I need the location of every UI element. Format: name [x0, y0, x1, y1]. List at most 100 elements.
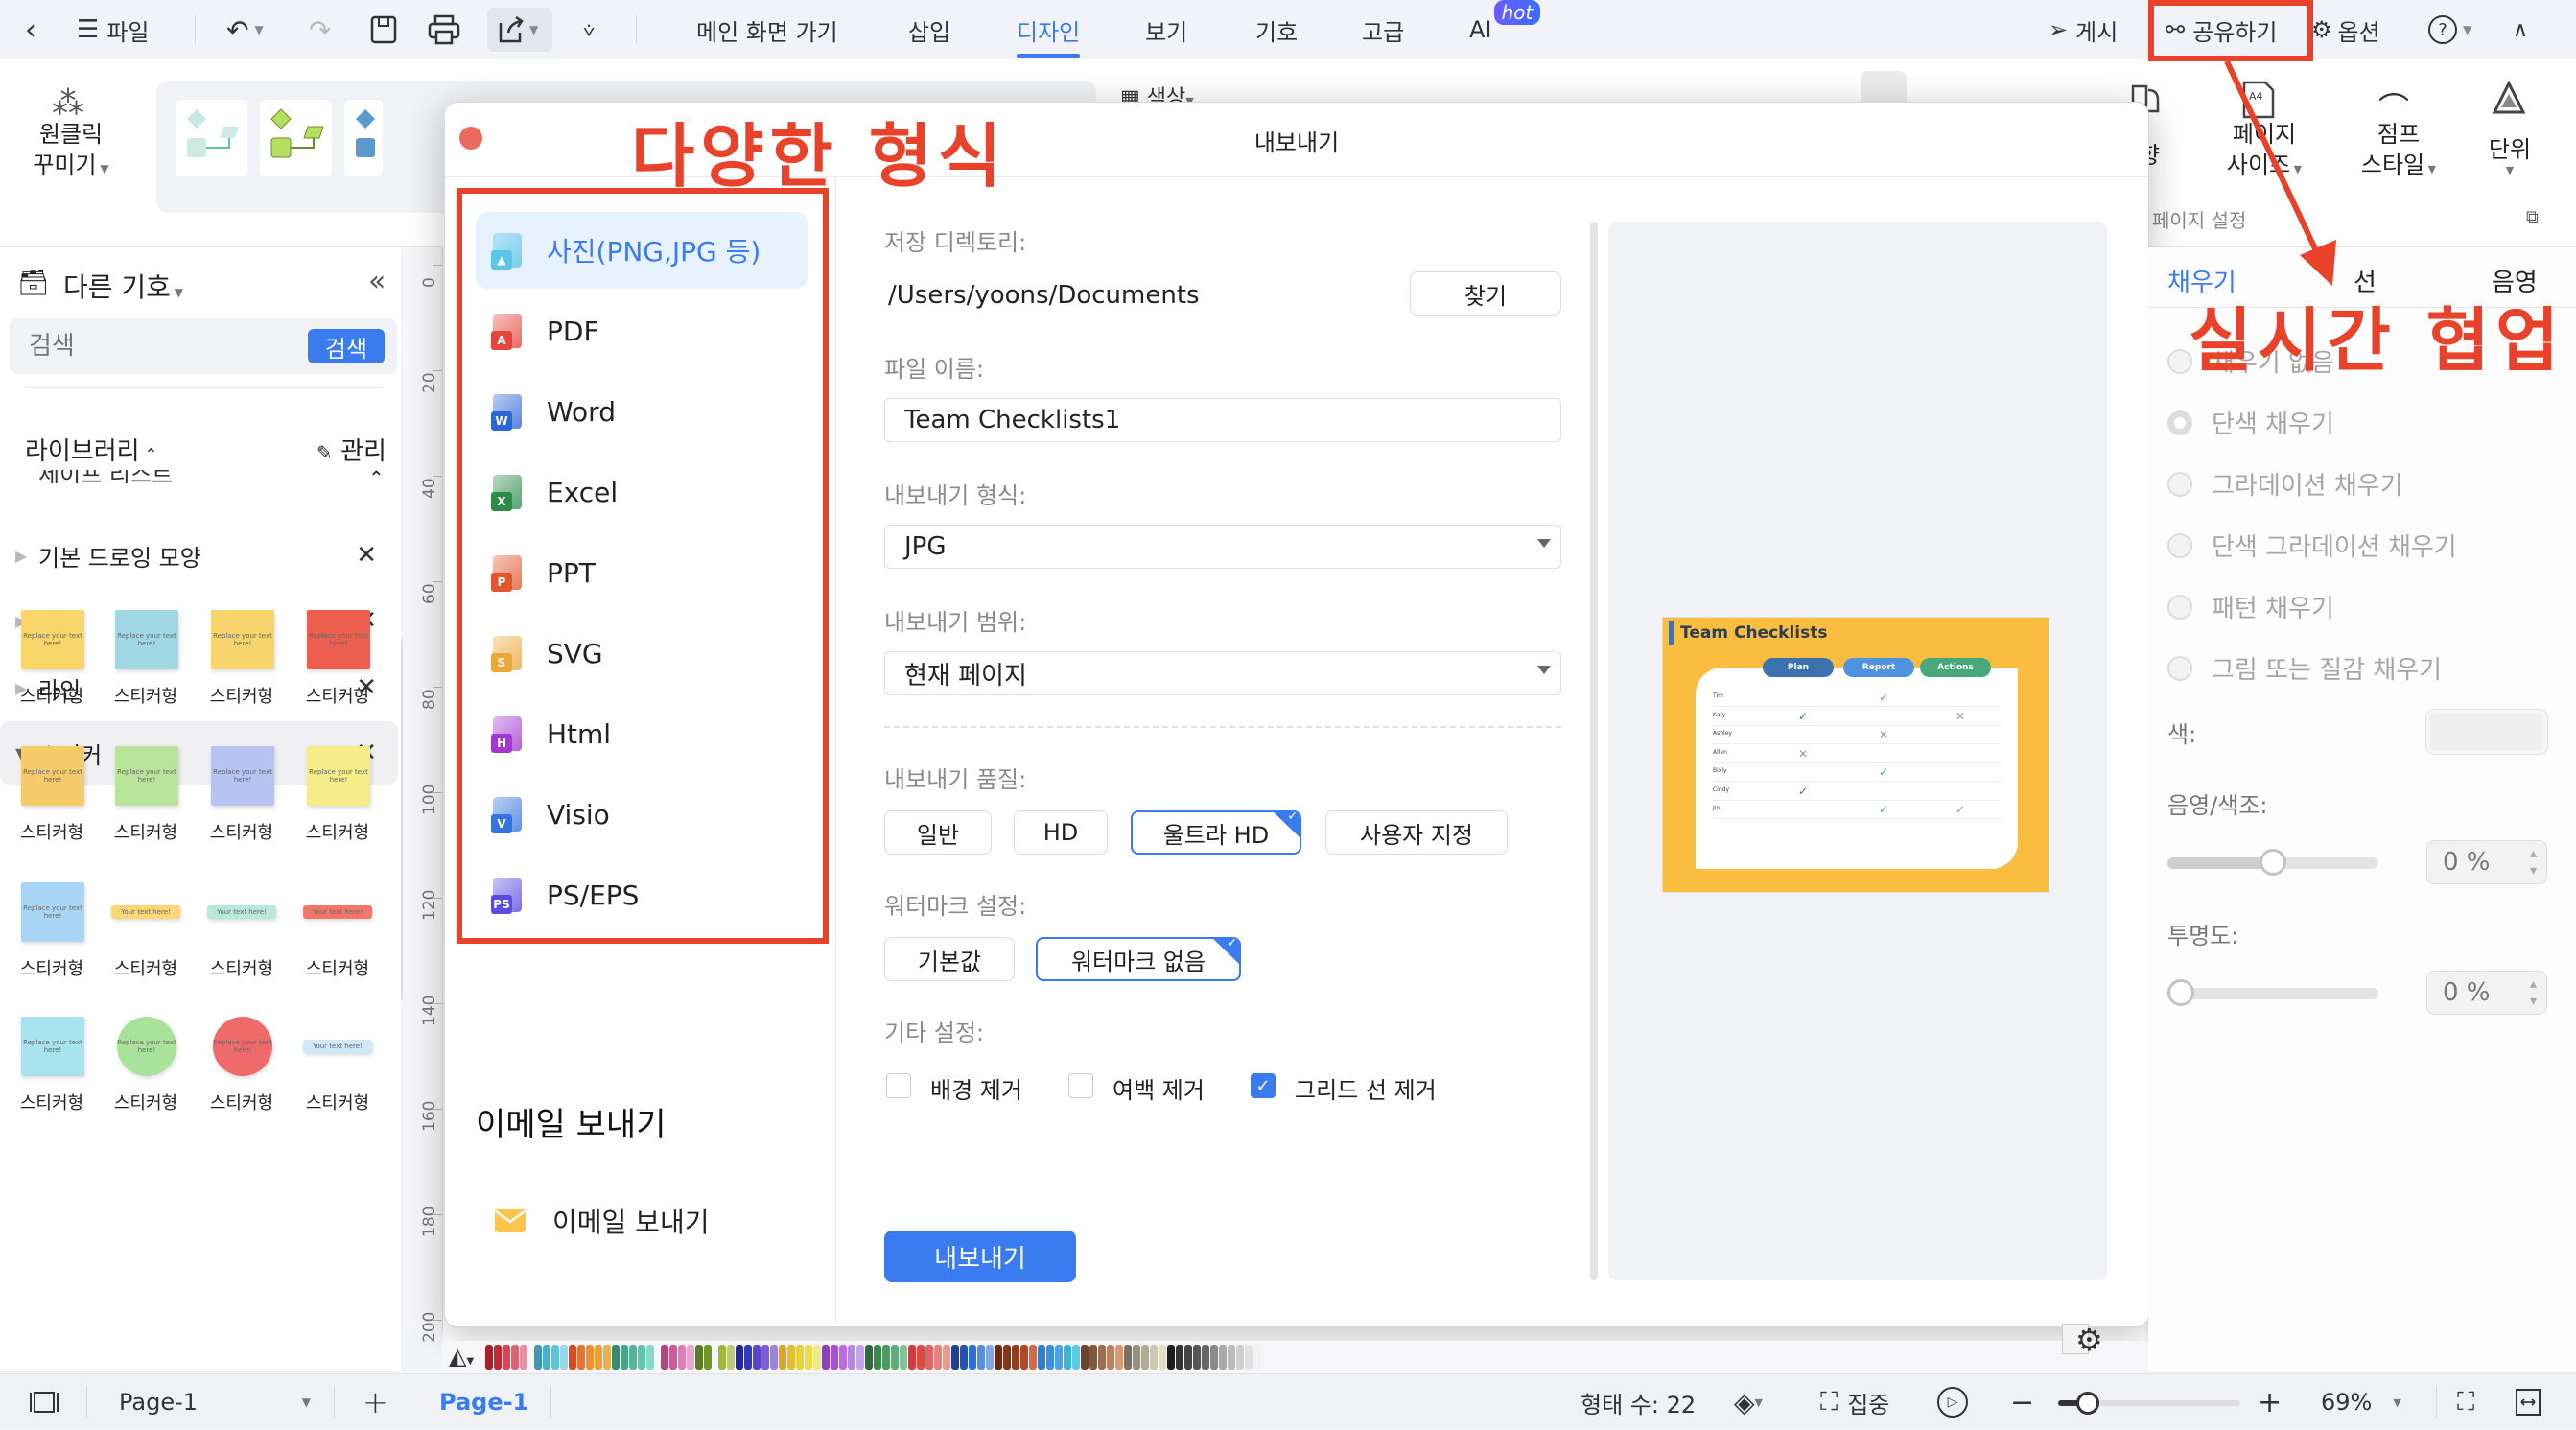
palette-swatch[interactable]: [595, 1345, 602, 1370]
color-swatch-button[interactable]: [2426, 710, 2547, 754]
palette-swatch[interactable]: [1167, 1345, 1175, 1370]
palette-swatch[interactable]: [839, 1345, 847, 1370]
palette-swatch[interactable]: [1020, 1345, 1028, 1370]
sticker-shape[interactable]: Replace your text here!: [105, 742, 186, 811]
search-input[interactable]: [29, 328, 278, 364]
palette-swatch[interactable]: [848, 1345, 855, 1370]
redo-icon[interactable]: ↷: [309, 0, 331, 59]
palette-swatch[interactable]: [520, 1345, 527, 1370]
palette-swatch[interactable]: [917, 1345, 925, 1370]
palette-swatch[interactable]: [796, 1345, 804, 1370]
manage-library-button[interactable]: ✎ 관리: [316, 432, 386, 467]
fit-width-icon[interactable]: [2515, 1374, 2541, 1430]
palette-swatch[interactable]: [882, 1345, 890, 1370]
options-button[interactable]: ⚙ 옵션: [2311, 0, 2380, 59]
palette-swatch[interactable]: [503, 1345, 510, 1370]
browse-button[interactable]: 찾기: [1410, 271, 1561, 316]
fill-option-radio[interactable]: [2167, 472, 2192, 497]
quality-custom-button[interactable]: 사용자 지정: [1325, 810, 1508, 855]
palette-swatch[interactable]: [669, 1345, 677, 1370]
back-icon[interactable]: ‹: [25, 0, 36, 59]
send-email-item[interactable]: 이메일 보내기: [495, 1202, 709, 1240]
zoom-in-button[interactable]: +: [2258, 1374, 2282, 1430]
help-button[interactable]: ? ▼: [2428, 0, 2471, 59]
palette-swatch[interactable]: [805, 1345, 812, 1370]
palette-swatch[interactable]: [787, 1345, 795, 1370]
palette-swatch[interactable]: [646, 1345, 654, 1370]
palette-swatch[interactable]: [1115, 1345, 1123, 1370]
palette-swatch[interactable]: [779, 1345, 786, 1370]
add-page-button[interactable]: +: [363, 1374, 388, 1430]
palette-swatch[interactable]: [678, 1345, 686, 1370]
fill-option-radio[interactable]: [2167, 595, 2192, 620]
export-submit-button[interactable]: 내보내기: [884, 1231, 1076, 1282]
palette-swatch[interactable]: [577, 1345, 585, 1370]
palette-swatch[interactable]: [1202, 1345, 1209, 1370]
watermark-default-button[interactable]: 기본값: [884, 937, 1015, 981]
palette-swatch[interactable]: [969, 1345, 976, 1370]
palette-swatch[interactable]: [1003, 1345, 1011, 1370]
page-setup-expand-icon[interactable]: ⧉: [2526, 207, 2539, 227]
palette-swatch[interactable]: [485, 1345, 493, 1370]
fit-page-icon[interactable]: ⛶: [2457, 1374, 2474, 1430]
palette-swatch[interactable]: [736, 1345, 743, 1370]
library-section-toggle[interactable]: 라이브러리 ⌃: [25, 432, 157, 467]
palette-swatch[interactable]: [511, 1345, 519, 1370]
palette-swatch[interactable]: [621, 1345, 628, 1370]
palette-swatch[interactable]: [494, 1345, 502, 1370]
theme-card-teal[interactable]: [176, 100, 247, 176]
tab-home[interactable]: 메인 화면 가기: [696, 0, 838, 59]
remove-background-checkbox[interactable]: [886, 1073, 911, 1098]
page-panel-toggle-icon[interactable]: [29, 1374, 59, 1430]
fill-option-radio[interactable]: [2167, 533, 2192, 558]
palette-swatch[interactable]: [1228, 1345, 1235, 1370]
palette-swatch[interactable]: [551, 1345, 559, 1370]
palette-swatch[interactable]: [960, 1345, 968, 1370]
palette-swatch[interactable]: [661, 1345, 668, 1370]
remove-margin-checkbox[interactable]: [1068, 1073, 1093, 1098]
tab-advanced[interactable]: 고급: [1362, 0, 1404, 59]
palette-swatch[interactable]: [543, 1345, 550, 1370]
palette-swatch[interactable]: [1159, 1345, 1166, 1370]
export-range-select[interactable]: 현재 페이지: [884, 651, 1561, 695]
export-format-select[interactable]: JPG: [884, 525, 1561, 569]
palette-swatch[interactable]: [534, 1345, 542, 1370]
palette-swatch[interactable]: [1012, 1345, 1019, 1370]
file-name-input[interactable]: [884, 398, 1561, 442]
layers-icon[interactable]: ◈ ▼: [1734, 1374, 1763, 1430]
palette-swatch[interactable]: [934, 1345, 942, 1370]
zoom-level-dropdown[interactable]: 69% ▼: [2321, 1374, 2401, 1430]
palette-swatch[interactable]: [865, 1345, 873, 1370]
tab-view[interactable]: 보기: [1145, 0, 1187, 59]
palette-swatch[interactable]: [718, 1345, 726, 1370]
file-menu-button[interactable]: ☰ 파일: [77, 0, 149, 59]
palette-swatch[interactable]: [813, 1345, 821, 1370]
palette-swatch[interactable]: [1253, 1345, 1261, 1370]
sticker-shape[interactable]: Your text here!: [297, 879, 378, 948]
palette-swatch[interactable]: [761, 1345, 769, 1370]
shade-value-spinner[interactable]: 0 %: [2426, 840, 2547, 884]
palette-swatch[interactable]: [951, 1345, 959, 1370]
collapse-sidebar-icon[interactable]: «: [368, 265, 386, 298]
palette-swatch[interactable]: [1064, 1345, 1071, 1370]
scroll-up-icon[interactable]: ⌃: [368, 466, 385, 489]
palette-swatch[interactable]: [1046, 1345, 1054, 1370]
sticker-shape[interactable]: Replace your text here!: [12, 879, 92, 948]
palette-swatch[interactable]: [856, 1345, 864, 1370]
sticker-shape[interactable]: Your text here!: [201, 879, 282, 948]
sticker-shape[interactable]: Replace your text here!: [201, 1013, 282, 1082]
palette-settings-icon[interactable]: ⚙: [2075, 1322, 2103, 1358]
palette-swatch[interactable]: [1124, 1345, 1132, 1370]
palette-swatch[interactable]: [687, 1345, 694, 1370]
palette-swatch[interactable]: [977, 1345, 985, 1370]
zoom-slider[interactable]: [2058, 1392, 2240, 1415]
shade-slider[interactable]: [2167, 849, 2378, 876]
one-click-beautify-button[interactable]: 원클릭 꾸미기 ▼: [25, 119, 117, 184]
palette-swatch[interactable]: [753, 1345, 761, 1370]
sticker-shape[interactable]: Replace your text here!: [105, 1013, 186, 1082]
sticker-shape[interactable]: Your text here!: [105, 879, 186, 948]
palette-swatch[interactable]: [603, 1345, 611, 1370]
save-icon[interactable]: [370, 0, 397, 59]
search-button[interactable]: 검색: [308, 329, 385, 363]
theme-card-green[interactable]: [260, 100, 332, 176]
